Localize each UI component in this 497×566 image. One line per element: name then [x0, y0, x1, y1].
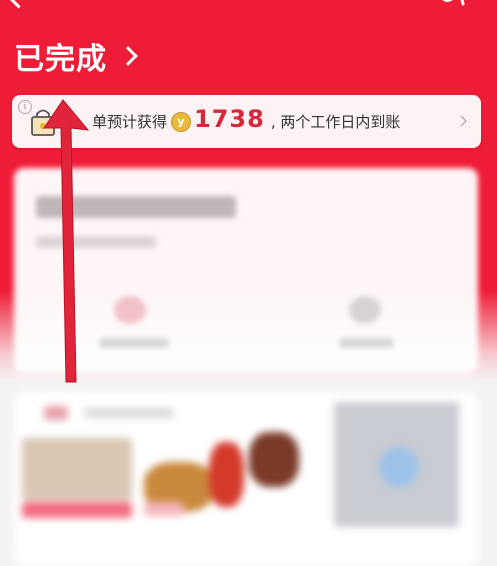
recommendation-card-blurred	[14, 392, 478, 566]
brand-logo-icon	[442, 0, 465, 6]
banner-text-suffix: , 两个工作日内到账	[270, 113, 401, 131]
banner-text: 单预计获得 y 1738 , 两个工作日内到账	[92, 95, 400, 148]
order-status[interactable]: 已完成	[14, 34, 138, 78]
earnings-banner[interactable]: i 单预计获得 y 1738 , 两个工作日内到账	[12, 95, 481, 148]
shopping-bag-icon	[31, 109, 55, 136]
earnings-amount: 1738	[194, 104, 265, 133]
order-detail-card-blurred	[14, 168, 478, 373]
coin-icon: y	[171, 111, 192, 132]
status-chevron-icon	[118, 46, 138, 66]
banner-text-prefix: 单预计获得	[92, 113, 168, 131]
status-label: 已完成	[14, 42, 107, 77]
banner-chevron-icon	[455, 115, 467, 127]
